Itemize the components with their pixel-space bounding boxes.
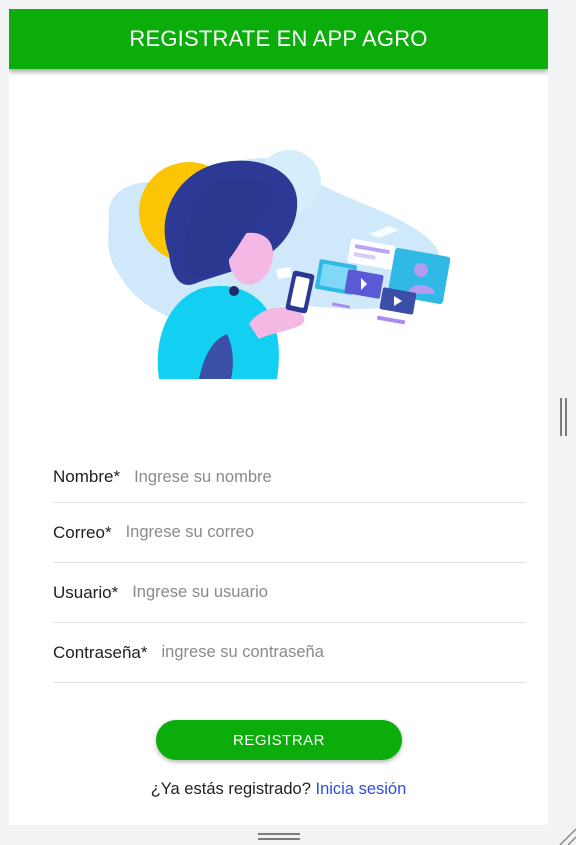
name-label: Nombre* [53,467,121,486]
resize-corner-icon[interactable] [552,826,576,845]
username-field-row: Usuario* [53,563,526,623]
email-label: Correo* [53,522,112,542]
registration-form: Nombre* Correo* Usuario* Contraseña* [53,452,526,683]
app-frame: REGISTRATE EN APP AGRO Nombre* Ingrese s… [9,9,548,825]
password-label: Contraseña* [53,642,148,662]
login-prompt-text: ¿Ya estás registrado? [150,780,311,798]
login-prompt: ¿Ya estás registrado? Inicia sesión [9,780,548,799]
page-title: REGISTRATE EN APP AGRO [129,26,428,51]
password-field-row: Contraseña* [53,623,526,683]
app-header: REGISTRATE EN APP AGRO [9,9,548,69]
username-input[interactable] [132,583,526,602]
password-input[interactable] [161,643,526,662]
bottom-resize-handle[interactable] [258,833,300,841]
username-label: Usuario* [53,582,119,602]
person-browsing-media-illustration [108,150,451,379]
side-resize-handle[interactable] [560,398,570,436]
register-button[interactable]: REGISTRAR [156,720,402,760]
login-link[interactable]: Inicia sesión [315,780,406,798]
email-field-row: Correo* [53,503,526,563]
name-field-row: Nombre* [53,452,526,503]
email-input[interactable] [125,523,526,542]
name-input[interactable] [134,467,526,487]
